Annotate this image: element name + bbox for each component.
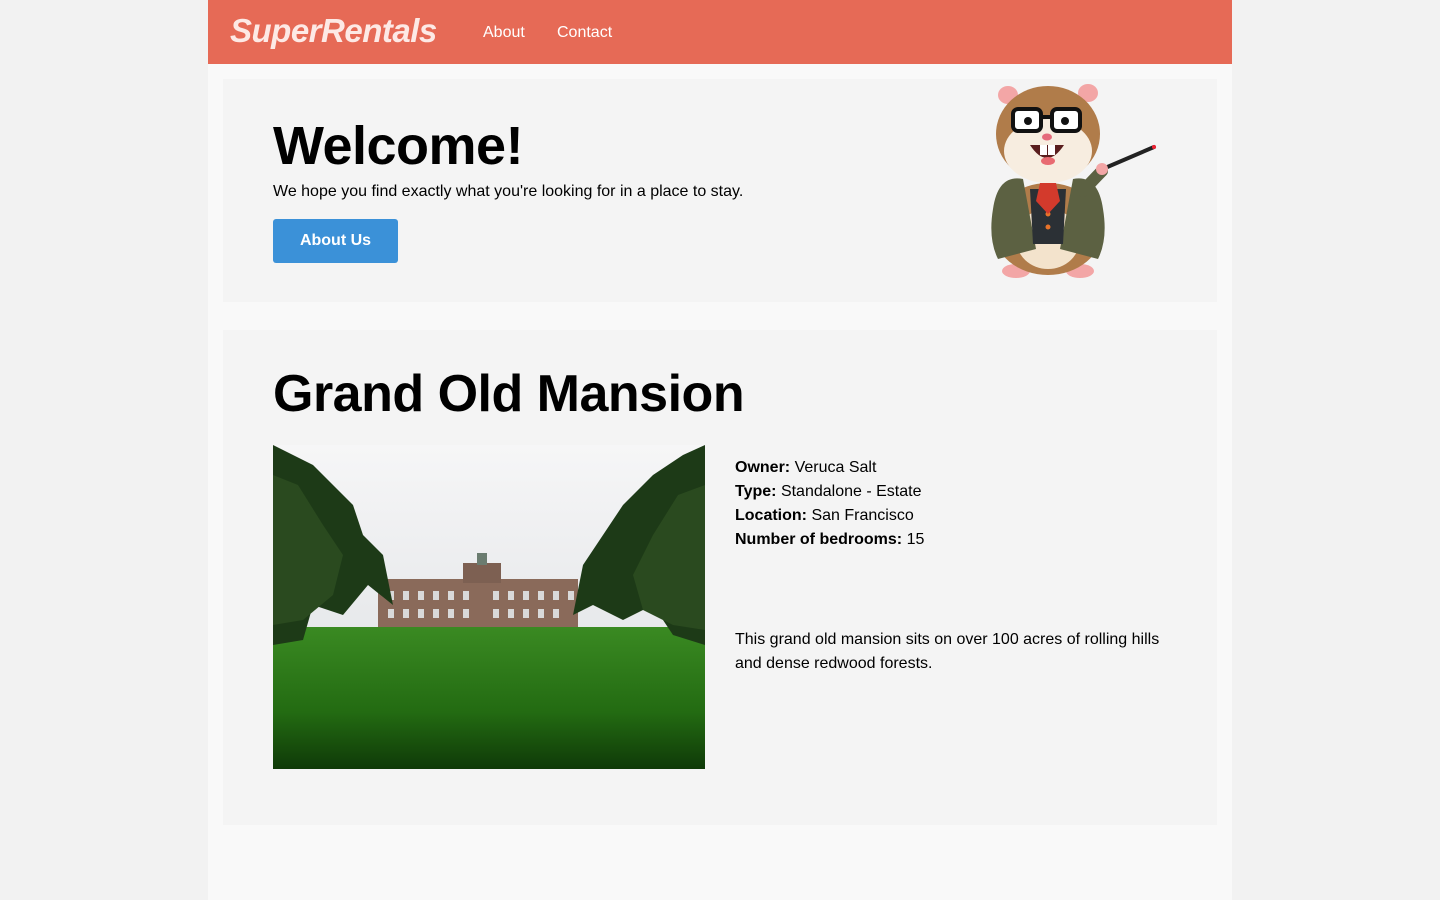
mansion-photo-icon[interactable] [273, 445, 705, 769]
owner-value: Veruca Salt [794, 459, 877, 476]
location-label: Location: [735, 507, 807, 524]
type-row: Type: Standalone - Estate [735, 480, 924, 504]
welcome-subtitle: We hope you find exactly what you're loo… [273, 183, 744, 200]
welcome-panel: Welcome! We hope you find exactly what y… [223, 79, 1217, 302]
rental-details: Owner: Veruca Salt Type: Standalone - Es… [735, 456, 924, 552]
brand-logo-link[interactable]: SuperRentals [230, 12, 437, 50]
location-value: San Francisco [811, 507, 914, 524]
bedrooms-value: 15 [906, 531, 925, 548]
page-container: SuperRentals About Contact Welcome! We h… [208, 0, 1232, 900]
tomster-mascot-icon [991, 84, 1156, 278]
rental-card: Grand Old Mansion Owner: Veruca Salt Typ… [223, 330, 1217, 825]
bedrooms-row: Number of bedrooms: 15 [735, 528, 924, 552]
type-label: Type: [735, 483, 777, 500]
nav-link-about[interactable]: About [483, 24, 525, 42]
owner-row: Owner: Veruca Salt [735, 456, 924, 480]
location-row: Location: San Francisco [735, 504, 924, 528]
about-us-button[interactable]: About Us [273, 219, 398, 263]
top-nav-bar: SuperRentals About Contact [208, 0, 1232, 64]
type-value: Standalone - Estate [780, 483, 922, 500]
welcome-title: Welcome! [273, 116, 524, 176]
bedrooms-label: Number of bedrooms: [735, 531, 903, 548]
owner-label: Owner: [735, 459, 791, 476]
rental-description: This grand old mansion sits on over 100 … [735, 631, 1160, 672]
rental-title[interactable]: Grand Old Mansion [273, 364, 745, 424]
nav-link-contact[interactable]: Contact [557, 24, 612, 42]
